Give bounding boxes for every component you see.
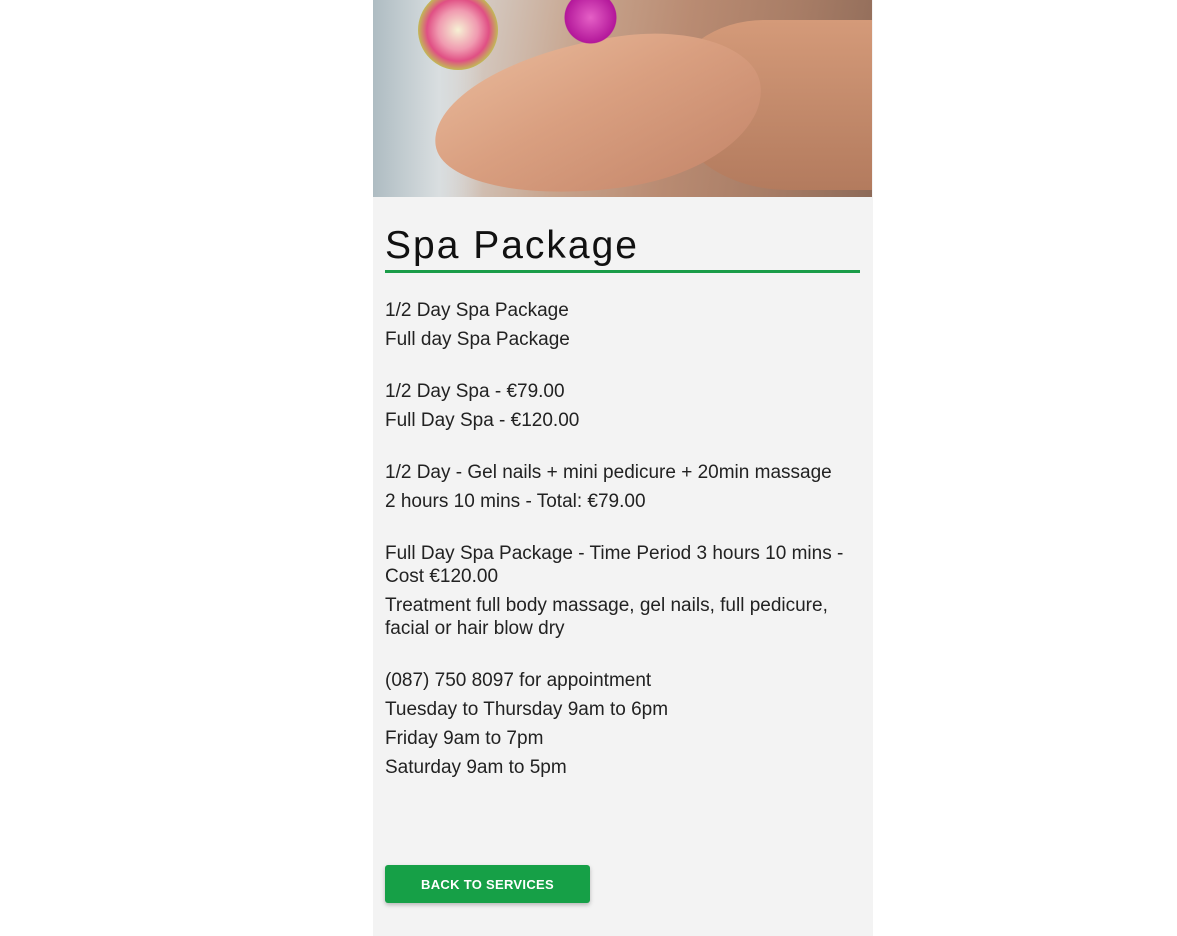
detail-line: Full Day Spa Package - Time Period 3 hou… <box>385 543 844 587</box>
detail-line: Full day Spa Package <box>385 329 570 350</box>
hero-flower <box>418 0 498 70</box>
detail-line: Full Day Spa - €120.00 <box>385 410 580 431</box>
service-details: 1/2 Day Spa Package Full day Spa Package… <box>385 299 860 779</box>
detail-line: 1/2 Day - Gel nails + mini pedicure + 20… <box>385 462 832 483</box>
hours-line: Tuesday to Thursday 9am to 6pm <box>385 699 669 720</box>
service-card: Spa Package 1/2 Day Spa Package Full day… <box>373 0 873 936</box>
hours-line: Friday 9am to 7pm <box>385 728 544 749</box>
detail-line: 1/2 Day Spa Package <box>385 300 569 321</box>
hours-line: Saturday 9am to 5pm <box>385 757 567 778</box>
detail-line: Treatment full body massage, gel nails, … <box>385 595 828 639</box>
back-to-services-button[interactable]: BACK TO SERVICES <box>385 865 590 903</box>
service-content: Spa Package 1/2 Day Spa Package Full day… <box>385 222 860 785</box>
detail-line: 1/2 Day Spa - €79.00 <box>385 381 565 402</box>
phone-line: (087) 750 8097 for appointment <box>385 670 652 691</box>
page-title: Spa Package <box>385 222 860 273</box>
detail-line: 2 hours 10 mins - Total: €79.00 <box>385 491 646 512</box>
hero-image <box>373 0 872 197</box>
